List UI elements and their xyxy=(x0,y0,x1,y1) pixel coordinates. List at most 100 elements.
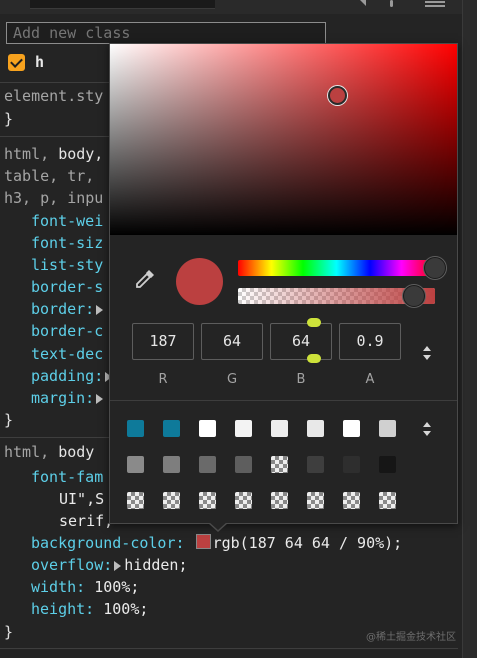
palette-swatch[interactable] xyxy=(199,420,216,437)
alpha-value-input[interactable]: 0.9 xyxy=(339,323,401,360)
palette-swatch[interactable] xyxy=(307,420,324,437)
color-swatch-icon[interactable] xyxy=(195,534,211,549)
palette-swatch[interactable] xyxy=(235,492,252,509)
palette-swatch[interactable] xyxy=(379,420,396,437)
rule1-selector: h3, p, inpu xyxy=(4,189,104,207)
red-value-input[interactable]: 187 xyxy=(132,323,194,360)
class-checkbox[interactable] xyxy=(8,54,25,71)
divider xyxy=(110,400,457,401)
css-value[interactable]: rgb(187 64 64 / 90%); xyxy=(213,534,403,552)
css-property[interactable]: text-dec xyxy=(31,343,103,365)
expand-arrow-icon[interactable] xyxy=(96,393,104,404)
palette-swatch[interactable] xyxy=(343,456,360,473)
palette-swatch[interactable] xyxy=(235,420,252,437)
blue-label: B xyxy=(296,372,306,387)
css-property[interactable]: margin: xyxy=(31,389,94,407)
saturation-value-area[interactable] xyxy=(110,44,457,235)
css-property[interactable]: font-fam xyxy=(31,466,103,488)
expand-arrow-icon[interactable] xyxy=(114,560,122,571)
css-declaration: margin: xyxy=(31,387,106,409)
hue-slider-thumb[interactable] xyxy=(424,257,446,279)
filter-input[interactable] xyxy=(30,0,215,9)
palette-swatch[interactable] xyxy=(127,492,144,509)
css-value[interactable]: hidden; xyxy=(124,556,187,574)
height-declaration: height: 100%; xyxy=(31,598,148,620)
color-preview xyxy=(176,258,223,305)
rule1-selector: html, body, xyxy=(4,143,103,165)
palette-swatch[interactable] xyxy=(163,492,180,509)
eyedropper-icon[interactable] xyxy=(134,268,156,294)
css-property[interactable]: padding: xyxy=(31,367,103,385)
green-value-input[interactable]: 64 xyxy=(201,323,263,360)
selector-part: html, xyxy=(4,145,59,163)
css-value[interactable]: UI",S xyxy=(59,488,104,510)
color-picker: 187 64 64 0.9 R G B A xyxy=(109,43,458,524)
selector-part: body, xyxy=(58,145,104,163)
palette-swatch[interactable] xyxy=(379,456,396,473)
palette-swatch[interactable] xyxy=(127,456,144,473)
css-property[interactable]: font-wei xyxy=(31,210,103,232)
palette-swatch[interactable] xyxy=(343,492,360,509)
scrollbar[interactable] xyxy=(462,0,477,658)
expand-arrow-icon[interactable] xyxy=(96,304,104,315)
class-label: h xyxy=(35,53,45,71)
saturation-handle[interactable] xyxy=(328,86,347,105)
css-property[interactable]: overflow: xyxy=(31,556,112,574)
css-property[interactable]: width: xyxy=(31,578,85,596)
drag-handle-icon[interactable] xyxy=(307,318,321,327)
palette-swatch[interactable] xyxy=(271,456,288,473)
css-property[interactable]: border-c xyxy=(31,320,103,342)
selector-part: html, xyxy=(4,443,59,461)
overflow-declaration: overflow: hidden; xyxy=(31,554,188,576)
palette-swatch[interactable] xyxy=(163,456,180,473)
css-property[interactable]: border-s xyxy=(31,276,103,298)
palette-swatch[interactable] xyxy=(163,420,180,437)
green-label: G xyxy=(226,372,238,387)
alpha-label: A xyxy=(365,372,375,387)
drag-handle-icon[interactable] xyxy=(307,354,321,363)
width-declaration: width: 100%; xyxy=(31,576,139,598)
palette-swatch[interactable] xyxy=(199,456,216,473)
rule2-selector: html, body xyxy=(4,441,94,463)
format-toggle-stepper-icon[interactable] xyxy=(423,346,431,360)
css-property[interactable]: height: xyxy=(31,600,94,618)
devtools-toolbar xyxy=(0,0,477,14)
rule-close-brace: } xyxy=(4,411,14,429)
css-value[interactable]: serif, xyxy=(59,510,113,532)
background-color-declaration: background-color: rgb(187 64 64 / 90%); xyxy=(31,532,402,554)
palette-swatch[interactable] xyxy=(343,420,360,437)
element-style-selector: element.sty xyxy=(4,87,104,105)
palette-swatch[interactable] xyxy=(199,492,216,509)
palette-swatch[interactable] xyxy=(127,420,144,437)
css-declaration: padding: xyxy=(31,365,115,387)
watermark: @稀土掘金技术社区 xyxy=(366,632,456,643)
divider xyxy=(0,648,458,649)
palette-swatch[interactable] xyxy=(379,492,396,509)
alpha-slider-thumb[interactable] xyxy=(403,285,425,307)
blue-value-input[interactable]: 64 xyxy=(270,323,332,360)
add-class-input[interactable] xyxy=(6,22,326,44)
dropdown-icon[interactable] xyxy=(360,0,366,6)
palette-switch-stepper-icon[interactable] xyxy=(423,422,431,436)
rule-close-brace: } xyxy=(4,623,14,641)
selector-part: body xyxy=(58,443,95,461)
css-declaration: border: xyxy=(31,298,106,320)
palette-swatch[interactable] xyxy=(307,492,324,509)
palette-swatch[interactable] xyxy=(235,456,252,473)
hue-slider[interactable] xyxy=(238,260,435,276)
css-value[interactable]: 100%; xyxy=(103,600,148,618)
palette-swatch[interactable] xyxy=(271,492,288,509)
palette-swatch[interactable] xyxy=(307,456,324,473)
css-property[interactable]: font-siz xyxy=(31,232,103,254)
menu-icon[interactable] xyxy=(425,1,445,3)
css-property[interactable]: border: xyxy=(31,300,94,318)
css-property[interactable]: list-sty xyxy=(31,254,103,276)
picker-pointer xyxy=(208,522,228,532)
css-property[interactable]: background-color: xyxy=(31,534,185,552)
rule1-selector: table, tr, xyxy=(4,167,95,185)
palette-swatch[interactable] xyxy=(271,420,288,437)
red-label: R xyxy=(158,372,168,387)
css-value[interactable]: 100%; xyxy=(94,578,139,596)
rule-close-brace: } xyxy=(4,110,14,128)
pin-icon[interactable] xyxy=(390,0,393,7)
